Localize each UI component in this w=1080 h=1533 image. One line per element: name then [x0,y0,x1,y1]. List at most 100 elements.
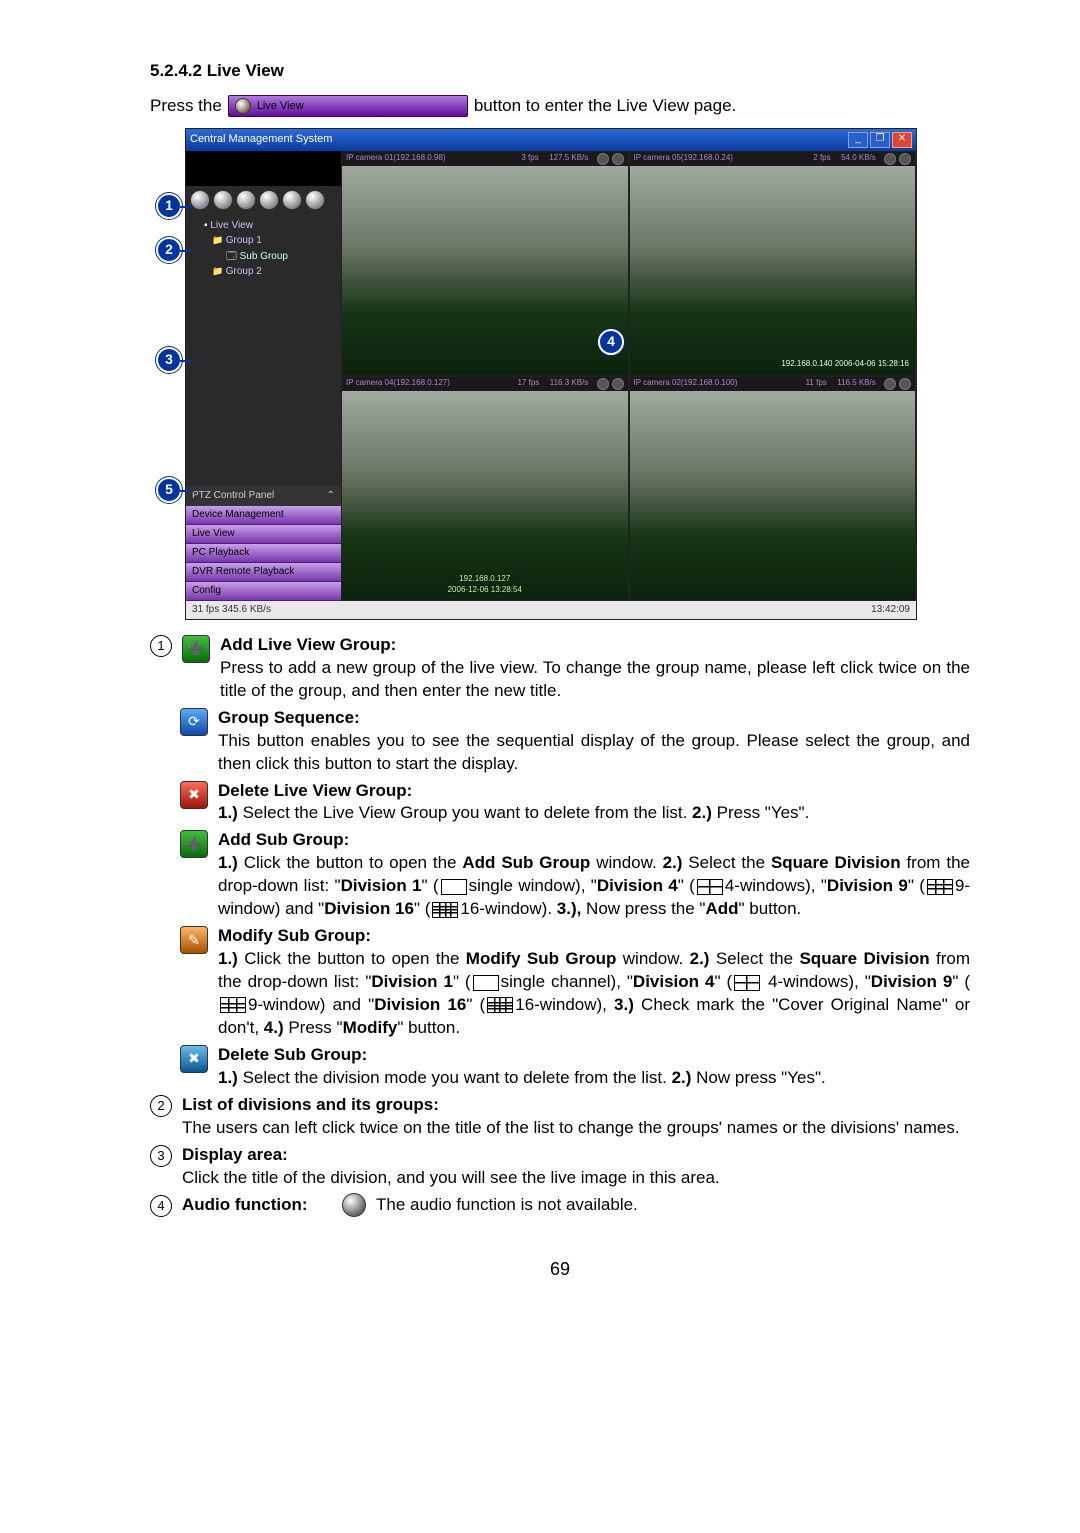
sequence-icon: ⟳ [180,708,208,736]
division-9-icon [220,997,246,1013]
record-icon[interactable] [899,153,911,165]
video-feed: 192.168.0.127 2006-12-06 13:28:54 [342,391,628,600]
ptz-collapse-icon[interactable]: ⌃ [327,489,335,503]
division-16-icon [432,902,458,918]
annotation-marker-3: 3 [150,1145,172,1167]
window-titlebar: Central Management System _ ❐ ✕ [186,129,916,151]
live-view-button-label: Live View [257,99,304,114]
callout-3: 3 [156,347,182,373]
ptz-header: PTZ Control Panel ⌃ [186,486,341,506]
close-button[interactable]: ✕ [892,132,912,148]
list-divisions-title: List of divisions and its groups: [182,1095,439,1114]
status-clock: 13:42:09 [871,603,910,617]
video-pane-4[interactable]: IP camera 02(192.168.0.100) 11 fps 116.5… [629,376,917,601]
delete-subgroup-icon[interactable] [305,190,325,210]
annotation-marker-4: 4 [150,1195,172,1217]
ptz-panel: PTZ Control Panel ⌃ Device Management Li… [186,486,341,601]
division-16-icon [487,997,513,1013]
annotations: 1 ➕ Add Live View Group: Press to add a … [150,634,970,1218]
delete-subgroup-icon: ✖ [180,1045,208,1073]
division-4-icon [697,879,723,895]
modify-subgroup-icon[interactable] [282,190,302,210]
add-group-body: Press to add a new group of the live vie… [220,658,970,700]
callout-5: 5 [156,477,182,503]
video-pane-1[interactable]: IP camera 01(192.168.0.98) 3 fps 127.5 K… [341,151,629,376]
brand-logo [186,151,341,186]
overlay-timestamp: 192.168.0.140 2006-04-06 15:28:16 [781,360,909,369]
menu-device-management[interactable]: Device Management [186,506,341,525]
sidebar: Live View Group 1 🗔 Sub Group Group 2 PT… [186,151,342,601]
add-group-title: Add Live View Group: [220,635,396,654]
group-tree: Live View Group 1 🗔 Sub Group Group 2 [186,214,341,284]
audio-icon [342,1193,366,1217]
toolbar [186,186,341,214]
video-feed [342,166,628,375]
intro-after: button to enter the Live View page. [474,95,736,118]
maximize-button[interactable]: ❐ [870,132,890,148]
video-feed: 192.168.0.140 2006-04-06 15:28:16 [630,166,916,375]
add-subgroup-icon[interactable] [259,190,279,210]
sequence-icon[interactable] [213,190,233,210]
live-view-icon [235,98,251,114]
minimize-button[interactable]: _ [848,132,868,148]
status-bar: 31 fps 345.6 KB/s 13:42:09 [186,601,916,619]
add-group-icon: ➕ [182,635,210,663]
display-area-body: Click the title of the division, and you… [182,1168,720,1187]
audio-icon[interactable] [884,378,896,390]
annotation-marker-2: 2 [150,1095,172,1117]
add-subgroup-title: Add Sub Group: [218,830,349,849]
tree-root[interactable]: Live View [192,218,335,234]
menu-dvr-remote-playback[interactable]: DVR Remote Playback [186,563,341,582]
audio-icon[interactable] [884,153,896,165]
delete-group-icon[interactable] [236,190,256,210]
menu-live-view[interactable]: Live View [186,525,341,544]
tree-subgroup[interactable]: 🗔 Sub Group [192,249,335,265]
video-pane-2[interactable]: IP camera 05(192.168.0.24) 2 fps 54.0 KB… [629,151,917,376]
audio-function-title: Audio function: [182,1194,332,1217]
overlay-timestamp: 192.168.0.127 2006-12-06 13:28:54 [448,574,522,596]
callout-4: 4 [598,329,624,355]
record-icon[interactable] [612,153,624,165]
section-number: 5.2.4.2 [150,61,202,80]
menu-pc-playback[interactable]: PC Playback [186,544,341,563]
sequence-title: Group Sequence: [218,708,360,727]
section-title: Live View [207,61,284,80]
section-heading: 5.2.4.2 Live View [150,60,970,83]
modify-subgroup-title: Modify Sub Group: [218,926,371,945]
division-9-icon [927,879,953,895]
callout-2: 2 [156,237,182,263]
pane-header: IP camera 04(192.168.0.127) 17 fps 116.3… [342,377,628,391]
cms-app-window: 1 2 3 4 5 Central Management System _ ❐ … [185,128,917,620]
tree-group-1[interactable]: Group 1 [192,233,335,249]
menu-config[interactable]: Config [186,582,341,601]
tree-group-2[interactable]: Group 2 [192,264,335,280]
intro-line: Press the Live View button to enter the … [150,95,970,118]
audio-function-body: The audio function is not available. [376,1194,638,1217]
division-1-icon [473,975,499,991]
delete-subgroup-title: Delete Sub Group: [218,1045,367,1064]
video-pane-3[interactable]: IP camera 04(192.168.0.127) 17 fps 116.3… [341,376,629,601]
video-feed [630,391,916,600]
status-left: 31 fps 345.6 KB/s [192,603,271,617]
live-view-button[interactable]: Live View [228,95,468,117]
modify-subgroup-icon: ✎ [180,926,208,954]
audio-icon[interactable] [597,378,609,390]
sequence-body: This button enables you to see the seque… [218,731,970,773]
division-1-icon [441,879,467,895]
record-icon[interactable] [612,378,624,390]
page-number: 69 [150,1257,970,1281]
window-title: Central Management System [190,132,332,147]
delete-group-title: Delete Live View Group: [218,781,412,800]
division-4-icon [734,975,760,991]
display-area-title: Display area: [182,1145,288,1164]
delete-group-icon: ✖ [180,781,208,809]
audio-icon[interactable] [597,153,609,165]
pane-header: IP camera 02(192.168.0.100) 11 fps 116.5… [630,377,916,391]
video-grid: IP camera 01(192.168.0.98) 3 fps 127.5 K… [341,151,916,601]
annotation-marker-1: 1 [150,635,172,657]
add-subgroup-icon: ➕ [180,830,208,858]
record-icon[interactable] [899,378,911,390]
intro-before: Press the [150,95,222,118]
list-divisions-body: The users can left click twice on the ti… [182,1118,960,1137]
pane-header: IP camera 05(192.168.0.24) 2 fps 54.0 KB… [630,152,916,166]
